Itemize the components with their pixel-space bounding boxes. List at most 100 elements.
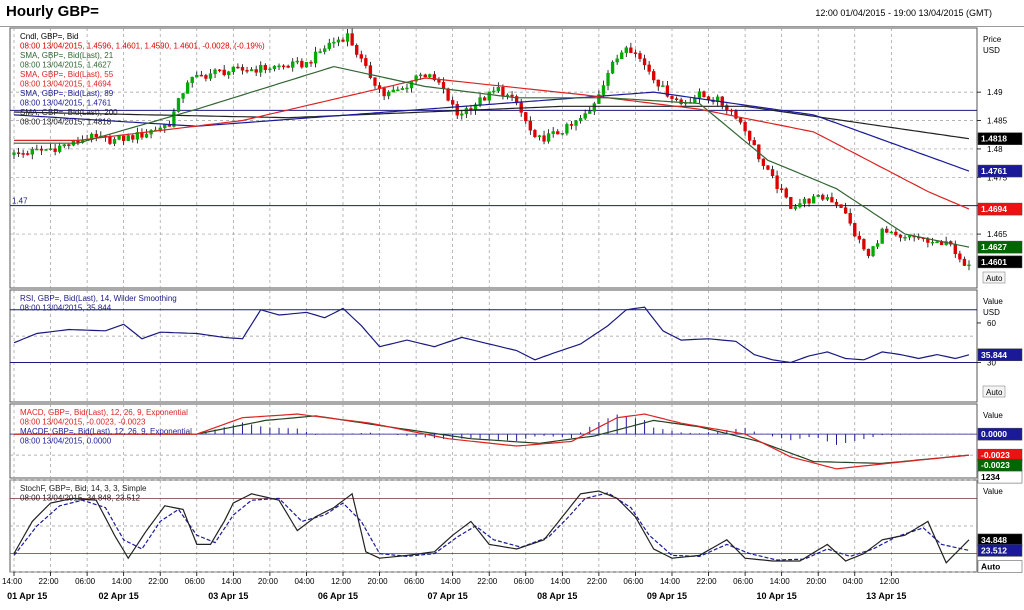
candle-body xyxy=(428,74,432,78)
candle-body xyxy=(903,237,907,239)
x-time-label: 12:00 xyxy=(331,577,352,586)
candle-body xyxy=(743,122,747,132)
candle-body xyxy=(779,188,784,190)
candle-body xyxy=(318,51,322,53)
value-tag-text: 34.848 xyxy=(981,535,1007,545)
legend-entry: 08:00 13/04/2015, 35.844 xyxy=(20,304,112,313)
candle-body xyxy=(811,196,816,204)
candle xyxy=(880,227,884,244)
candle-body xyxy=(601,85,606,95)
legend-text: SMA, GBP=, Bid(Last), 200 xyxy=(20,108,118,117)
auto-button[interactable]: Auto xyxy=(982,271,1006,284)
legend-entry: Cndl, GBP=, Bid xyxy=(20,32,78,41)
axis-title: USD xyxy=(983,308,1000,317)
candle-body xyxy=(574,120,578,126)
value-tag-text: -0.0023 xyxy=(981,450,1010,460)
candle-body xyxy=(419,74,423,77)
candle-body xyxy=(875,243,880,247)
candle-body xyxy=(249,69,254,72)
value-tag-text: -0.0023 xyxy=(981,460,1010,470)
y-tick-label: 1.485 xyxy=(987,117,1008,126)
candle-body xyxy=(487,91,491,101)
value-tag: 1234 xyxy=(977,470,1023,484)
candle-body xyxy=(240,67,245,71)
auto-button[interactable]: Auto xyxy=(982,385,1006,398)
candle-body xyxy=(16,152,21,154)
legend-text: 08:00 13/04/2015, 35.844 xyxy=(20,304,112,313)
x-time-label: 22:00 xyxy=(587,577,608,586)
candle-body xyxy=(510,94,514,97)
candle-body xyxy=(300,60,304,68)
legend-entry: MACD, GBP=, Bid(Last), 12, 26, 9, Expone… xyxy=(20,408,188,417)
candle-body xyxy=(866,248,871,257)
chart-title: Hourly GBP= xyxy=(6,3,99,20)
auto-button-label: Auto xyxy=(986,274,1003,283)
x-time-label: 22:00 xyxy=(148,577,169,586)
legend-text: MACD, GBP=, Bid(Last), 12, 26, 9, Expone… xyxy=(20,408,188,417)
candle-body xyxy=(588,111,592,114)
x-time-label: 06:00 xyxy=(623,577,644,586)
candle-body xyxy=(565,124,569,134)
candle-body xyxy=(478,97,482,105)
candle-body xyxy=(131,135,135,140)
x-time-label: 22:00 xyxy=(477,577,498,586)
candle-body xyxy=(460,113,464,116)
candle-body xyxy=(364,58,368,66)
value-tag-text: 1.4627 xyxy=(981,242,1007,252)
candle-body xyxy=(907,235,912,238)
candle-body xyxy=(67,144,71,146)
legend-entry: SMA, GBP=, Bid(Last), 21 xyxy=(20,51,114,60)
candle-body xyxy=(738,118,743,123)
candle-body xyxy=(286,65,290,68)
candle-body xyxy=(935,241,939,244)
candle-body xyxy=(323,48,327,52)
x-date-label: 07 Apr 15 xyxy=(428,591,468,601)
candle-body xyxy=(880,228,884,244)
x-date-label: 06 Apr 15 xyxy=(318,591,358,601)
value-tag-text: 1.4694 xyxy=(981,204,1007,214)
candle-body xyxy=(359,54,363,59)
candle-body xyxy=(181,93,185,99)
legend-text: 08:00 13/04/2015, 1.4818 xyxy=(20,118,112,127)
candle-body xyxy=(793,206,798,209)
legend-text: 08:00 13/04/2015, 0.0000 xyxy=(20,437,112,446)
x-date-label: 10 Apr 15 xyxy=(757,591,797,601)
candle-body xyxy=(112,139,117,144)
candle-body xyxy=(592,103,596,112)
candle-body xyxy=(272,65,277,70)
candle-body xyxy=(560,133,564,135)
candle-body xyxy=(208,73,213,79)
candle xyxy=(871,245,875,258)
x-time-label: 14:00 xyxy=(441,577,462,586)
candle-body xyxy=(309,61,313,64)
x-date-label: 08 Apr 15 xyxy=(537,591,577,601)
x-time-label: 22:00 xyxy=(697,577,718,586)
candle-body xyxy=(830,197,834,203)
legend-entry: 08:00 13/04/2015, 0.0000 xyxy=(20,437,112,446)
candle-body xyxy=(825,197,830,200)
value-tag: 1.4761 xyxy=(977,164,1023,178)
candle-body xyxy=(126,135,130,141)
legend-entry: 08:00 13/04/2015, 34.848, 23.512 xyxy=(20,494,141,503)
candle xyxy=(117,135,121,141)
candle-body xyxy=(834,201,839,205)
x-time-label: 14:00 xyxy=(2,577,23,586)
chart-area[interactable]: 1.47Cndl, GBP=, Bid08:00 13/04/2015, 1.4… xyxy=(0,26,1024,610)
value-tag: Auto xyxy=(977,560,1023,573)
legend-entry: 08:00 13/04/2015, 1.4596, 1.4601, 1.4590… xyxy=(20,42,265,51)
candle-body xyxy=(889,231,893,234)
legend-text: 08:00 13/04/2015, 34.848, 23.512 xyxy=(20,494,141,503)
candle-body xyxy=(862,239,866,250)
candle-body xyxy=(185,82,190,94)
panel-frame-0 xyxy=(9,27,978,289)
legend-text: SMA, GBP=, Bid(Last), 21 xyxy=(20,51,114,60)
candle-body xyxy=(661,85,665,87)
candle-body xyxy=(798,203,802,208)
candle-body xyxy=(313,51,318,64)
title-bar: Hourly GBP= 12:00 01/04/2015 - 19:00 13/… xyxy=(0,0,1024,27)
legend-entry: 08:00 13/04/2015, 1.4627 xyxy=(20,61,112,70)
x-time-label: 12:00 xyxy=(879,577,900,586)
candle-body xyxy=(702,91,706,97)
x-time-label: 04:00 xyxy=(294,577,315,586)
candle-body xyxy=(962,258,967,266)
